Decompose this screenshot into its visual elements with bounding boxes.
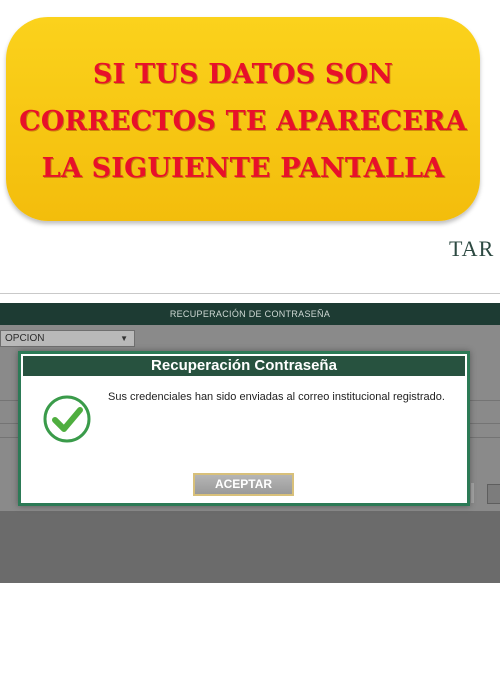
instruction-banner: SI TUS DATOS SON CORRECTOS TE APARECERA … — [6, 17, 480, 221]
option-select[interactable]: OPCION ▼ — [0, 330, 135, 347]
banner-line-3: LA SIGUIENTE PANTALLA — [41, 152, 445, 184]
option-select-value: OPCION — [5, 333, 45, 344]
dialog-message: Sus credenciales han sido enviadas al co… — [108, 391, 445, 403]
banner-line-2: CORRECTOS TE APARECERA — [19, 105, 467, 137]
divider — [0, 293, 500, 294]
confirmation-dialog: Recuperación Contraseña Sus credenciales… — [18, 351, 470, 506]
dialog-title: Recuperación Contraseña — [23, 356, 465, 376]
input-edge — [471, 483, 474, 503]
check-circle-icon — [43, 395, 91, 443]
site-logo-text: TAR — [449, 236, 495, 261]
chevron-down-icon: ▼ — [120, 334, 128, 343]
banner-line-1: SI TUS DATOS SON — [92, 58, 394, 90]
accept-button[interactable]: ACEPTAR — [193, 473, 294, 496]
page-header-title: RECUPERACIÓN DE CONTRASEÑA — [0, 303, 500, 325]
side-button[interactable] — [487, 484, 500, 504]
